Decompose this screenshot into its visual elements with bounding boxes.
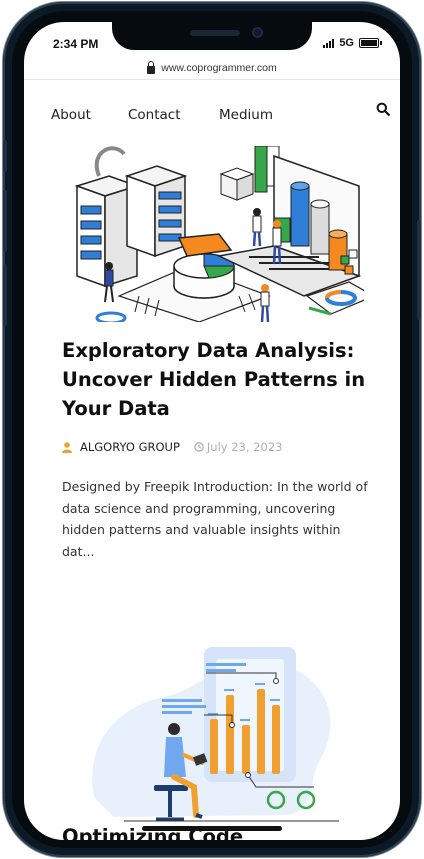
clock-icon (194, 442, 204, 452)
volume-down-button (3, 264, 7, 326)
search-icon[interactable] (376, 102, 390, 116)
phone-screen: 2:34 PM 5G www.coprogrammer.com About Co… (24, 22, 400, 840)
article-date: July 23, 2023 (206, 440, 283, 454)
nav-about[interactable]: About (51, 107, 91, 123)
speaker-grille (190, 30, 240, 36)
front-camera (252, 27, 263, 38)
divider (24, 79, 400, 80)
page: 2:34 PM 5G www.coprogrammer.com About Co… (0, 0, 424, 859)
lock-icon (147, 60, 156, 74)
url-text[interactable]: www.coprogrammer.com (161, 62, 277, 74)
power-button (417, 220, 421, 320)
article-title[interactable]: Exploratory Data Analysis: Uncover Hidde… (62, 336, 372, 423)
article-author[interactable]: ALGORYO GROUP (80, 440, 180, 454)
address-bar[interactable]: www.coprogrammer.com (24, 57, 400, 79)
volume-up-button (3, 190, 7, 252)
nav-contact[interactable]: Contact (128, 107, 181, 123)
status-time: 2:34 PM (53, 37, 99, 51)
notch (112, 22, 312, 50)
status-icons: 5G (323, 37, 382, 49)
home-indicator[interactable] (142, 826, 282, 831)
nav-medium[interactable]: Medium (219, 107, 273, 123)
article-excerpt: Designed by Freepik Introduction: In the… (62, 479, 368, 559)
signal-icon (323, 38, 335, 48)
user-icon (62, 441, 72, 453)
featured-image-data-analysis[interactable] (69, 146, 364, 322)
mute-switch (3, 140, 7, 172)
article-meta: ALGORYO GROUP July 23, 2023 (62, 440, 282, 454)
network-type: 5G (339, 37, 354, 49)
featured-image-code-optimization[interactable] (84, 637, 339, 827)
battery-icon (359, 38, 382, 48)
